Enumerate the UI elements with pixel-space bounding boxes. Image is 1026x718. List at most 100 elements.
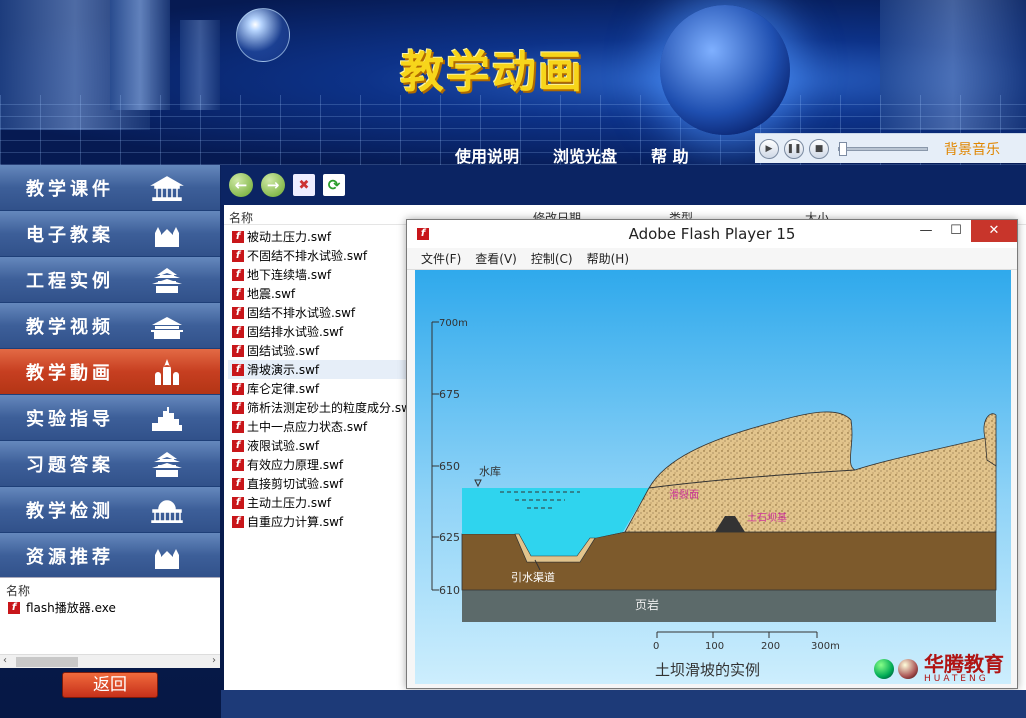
sidebar-item-label: 教学動画	[26, 362, 114, 384]
table-row[interactable]: f 主动土压力.swf	[228, 493, 410, 512]
pagoda-icon	[152, 268, 182, 293]
file-name: 滑坡演示.swf	[247, 363, 320, 377]
table-row[interactable]: f 固结不排水试验.swf	[228, 303, 410, 322]
menu-control[interactable]: 控制(C)	[531, 250, 573, 267]
earth-dam-slope	[624, 411, 997, 533]
music-slider[interactable]	[838, 141, 928, 156]
slip-surface-label: 滑裂面	[669, 488, 699, 501]
pagoda-icon	[152, 452, 182, 477]
flash-file-icon: f	[232, 458, 244, 471]
table-row[interactable]: f 地震.swf	[228, 284, 410, 303]
maximize-icon[interactable]: ☐	[941, 220, 971, 242]
table-row[interactable]: f 不固结不排水试验.swf	[228, 246, 410, 265]
close-icon[interactable]: ✕	[971, 220, 1017, 242]
flash-file-icon: f	[232, 363, 244, 376]
cathedral-icon	[155, 227, 179, 247]
delete-icon[interactable]: ✖	[293, 174, 315, 196]
sidebar-item-teaching-videos[interactable]: 教学视频	[0, 303, 220, 349]
forward-arrow-icon[interactable]: →	[261, 173, 285, 197]
flash-file-icon: f	[232, 249, 244, 262]
bedrock-layer	[462, 590, 996, 622]
logo-dots	[874, 659, 918, 679]
flash-file-icon: f	[232, 344, 244, 357]
table-row[interactable]: f 固结试验.swf	[228, 341, 410, 360]
stop-icon[interactable]: ■	[809, 138, 829, 159]
table-row[interactable]: f 土中一点应力状态.swf	[228, 417, 410, 436]
sidebar-item-resources[interactable]: 资源推荐	[0, 533, 220, 579]
bedrock-label: 页岩	[635, 597, 659, 612]
top-nav: 使用说明 浏览光盘 帮 助	[455, 143, 689, 165]
scroll-left-icon[interactable]: ‹	[3, 655, 7, 666]
sidebar-item-teaching-tests[interactable]: 教学检测	[0, 487, 220, 533]
table-row[interactable]: f 直接剪切试验.swf	[228, 474, 410, 493]
sidebar-item-courseware[interactable]: 教学课件	[0, 165, 220, 211]
tick-label: 650	[439, 460, 460, 473]
file-name: 液限试验.swf	[247, 439, 320, 453]
flash-stage[interactable]: 700m 675 650 625 610 页岩 滑裂面 土石坝基 水库 引水渠道…	[415, 270, 1011, 684]
sidebar-item-experiment-guide[interactable]: 实验指导	[0, 395, 220, 441]
scale-label: 100	[705, 641, 724, 652]
file-name: 不固结不排水试验.swf	[247, 249, 368, 263]
flash-file-icon: f	[232, 420, 244, 433]
nav-help-manual[interactable]: 使用说明	[455, 143, 519, 165]
palace-icon	[151, 317, 183, 339]
back-button[interactable]: 返回	[62, 672, 158, 698]
column-header-name[interactable]: 名称	[0, 578, 220, 598]
slider-knob[interactable]	[839, 141, 847, 156]
menu-view[interactable]: 查看(V)	[475, 250, 517, 267]
cathedral-icon	[155, 549, 179, 569]
table-row[interactable]: f 地下连续墙.swf	[228, 265, 410, 284]
flash-file-icon: f	[232, 515, 244, 528]
table-row[interactable]: f 筛析法测定砂土的粒度成分.swf	[228, 398, 410, 417]
file-name: 固结不排水试验.swf	[247, 306, 356, 320]
table-row[interactable]: f 固结排水试验.swf	[228, 322, 410, 341]
refresh-icon[interactable]: ⟳	[323, 174, 345, 196]
file-name: 被动土压力.swf	[247, 230, 332, 244]
sidebar-item-label: 习题答案	[26, 454, 114, 476]
file-name: 固结排水试验.swf	[247, 325, 344, 339]
nav-browse-disc[interactable]: 浏览光盘	[553, 143, 617, 165]
scale-label: 200	[761, 641, 780, 652]
table-row-selected[interactable]: f 滑坡演示.swf	[228, 360, 410, 379]
table-row[interactable]: f 库仑定律.swf	[228, 379, 410, 398]
flash-player-window: f Adobe Flash Player 15 — ☐ ✕ 文件(F) 查看(V…	[406, 219, 1018, 689]
table-row[interactable]: f 液限试验.swf	[228, 436, 410, 455]
sidebar-item-engineering-cases[interactable]: 工程实例	[0, 257, 220, 303]
banner: 教学动画 使用说明 浏览光盘 帮 助 ▶ ❚❚ ■ 背景音乐	[0, 0, 1026, 165]
channel-label: 引水渠道	[511, 570, 555, 584]
pause-icon[interactable]: ❚❚	[784, 138, 804, 159]
menu-file[interactable]: 文件(F)	[421, 250, 461, 267]
nav-help[interactable]: 帮 助	[651, 143, 689, 165]
menu-help[interactable]: 帮助(H)	[587, 250, 629, 267]
table-row[interactable]: f 自重应力计算.swf	[228, 512, 410, 531]
temple-icon	[150, 176, 184, 201]
scroll-right-icon[interactable]: ›	[212, 655, 216, 666]
table-row[interactable]: f 有效应力原理.swf	[228, 455, 410, 474]
app-window: 教学动画 使用说明 浏览光盘 帮 助 ▶ ❚❚ ■ 背景音乐 教学课件 电子教案…	[0, 0, 1026, 718]
logo-text-block: 华腾教育 HUATENG	[924, 654, 1004, 684]
reservoir-label: 水库	[479, 465, 501, 478]
bottom-bar	[221, 690, 1026, 718]
sidebar-item-label: 电子教案	[26, 224, 114, 246]
sidebar-item-teaching-animation[interactable]: 教学動画	[0, 349, 220, 395]
banner-title: 教学动画	[400, 47, 584, 98]
horizontal-scrollbar[interactable]: ‹ ›	[0, 654, 220, 668]
sidebar-item-label: 实验指导	[26, 408, 114, 430]
flash-file-icon: f	[232, 325, 244, 338]
cityscape-icon	[152, 407, 182, 431]
sidebar-item-lesson-plans[interactable]: 电子教案	[0, 211, 220, 257]
kremlin-icon	[155, 359, 179, 385]
play-icon[interactable]: ▶	[759, 138, 779, 159]
title-bar: f Adobe Flash Player 15 — ☐ ✕	[407, 220, 1017, 248]
list-item[interactable]: f flash播放器.exe	[0, 596, 220, 619]
table-row[interactable]: f 被动土压力.swf	[228, 227, 410, 246]
back-arrow-icon[interactable]: ←	[229, 173, 253, 197]
scrollbar-thumb[interactable]	[16, 657, 78, 667]
minimize-icon[interactable]: —	[911, 220, 941, 242]
file-name: 土中一点应力状态.swf	[247, 420, 368, 434]
file-name: 筛析法测定砂土的粒度成分.swf	[247, 401, 410, 415]
flash-file-icon: f	[232, 306, 244, 319]
sidebar-item-exercise-answers[interactable]: 习题答案	[0, 441, 220, 487]
tick-label: 675	[439, 388, 460, 401]
diagram-caption: 土坝滑坡的实例	[655, 661, 760, 679]
